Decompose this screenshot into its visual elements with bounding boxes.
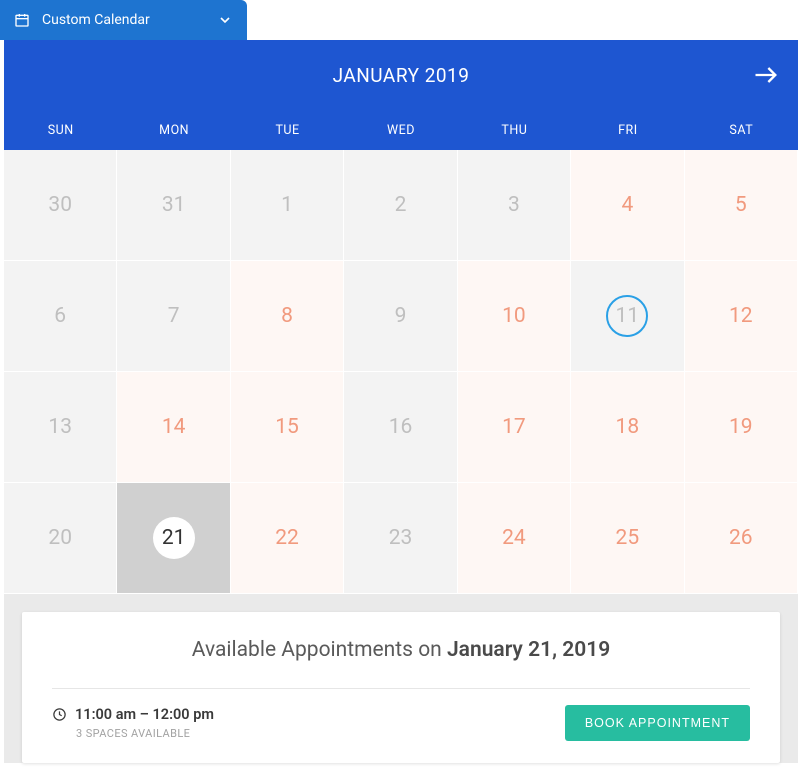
appointments-title-date: January 21, 2019 [447,638,610,662]
day-number: 12 [729,304,753,328]
day-number: 15 [275,415,299,439]
day-cell[interactable]: 26 [685,483,798,594]
weekday-header-row: SUN MON TUE WED THU FRI SAT [4,110,798,150]
day-cell[interactable]: 4 [571,150,684,261]
appointments-panel: Available Appointments on January 21, 20… [22,612,780,763]
day-number: 1 [281,193,293,217]
day-cell[interactable]: 25 [571,483,684,594]
day-number: 25 [616,526,640,550]
day-cell[interactable]: 21 [117,483,230,594]
calendar-grid: 3031123456789101112131415161718192021222… [4,150,798,594]
day-number: 19 [729,415,753,439]
day-number: 4 [621,193,633,217]
weekday-header: SAT [685,110,798,150]
day-number: 6 [54,304,66,328]
day-cell[interactable]: 22 [231,483,344,594]
day-cell[interactable]: 1 [231,150,344,261]
weekday-header: WED [344,110,457,150]
weekday-header: THU [458,110,571,150]
day-cell[interactable]: 19 [685,372,798,483]
today-ring: 11 [606,295,648,337]
weekday-header: TUE [231,110,344,150]
calendar: JANUARY 2019 SUN MON TUE WED THU FRI SAT… [4,40,798,763]
weekday-header: MON [117,110,230,150]
appointment-slot: 11:00 am – 12:00 pm 3 SPACES AVAILABLE B… [52,688,750,741]
day-cell[interactable]: 18 [571,372,684,483]
appointments-area: Available Appointments on January 21, 20… [4,594,798,763]
month-title: JANUARY 2019 [4,64,798,87]
selected-day-circle: 21 [153,517,195,559]
book-appointment-button[interactable]: BOOK APPOINTMENT [565,705,750,741]
weekday-header: SUN [4,110,117,150]
clock-icon [52,707,67,722]
calendar-icon [14,12,30,28]
day-number: 17 [502,415,526,439]
day-cell[interactable]: 17 [458,372,571,483]
day-number: 20 [48,526,72,550]
day-number: 22 [275,526,299,550]
day-cell[interactable]: 6 [4,261,117,372]
day-cell[interactable]: 12 [685,261,798,372]
day-number: 2 [395,193,407,217]
day-cell[interactable]: 2 [344,150,457,261]
next-month-button[interactable] [752,61,780,89]
day-cell[interactable]: 23 [344,483,457,594]
day-cell[interactable]: 31 [117,150,230,261]
day-number: 24 [502,526,526,550]
weekday-header: FRI [571,110,684,150]
chevron-down-icon [217,12,233,28]
day-cell[interactable]: 30 [4,150,117,261]
appointments-title-prefix: Available Appointments on [192,638,447,662]
day-number: 7 [168,304,180,328]
day-cell[interactable]: 20 [4,483,117,594]
slot-time: 11:00 am – 12:00 pm [75,706,214,723]
day-cell[interactable]: 3 [458,150,571,261]
day-number: 13 [48,415,72,439]
day-cell[interactable]: 8 [231,261,344,372]
day-number: 9 [395,304,407,328]
day-number: 31 [162,193,186,217]
day-number: 3 [508,193,520,217]
day-cell[interactable]: 24 [458,483,571,594]
day-number: 5 [735,193,747,217]
day-cell[interactable]: 14 [117,372,230,483]
day-cell[interactable]: 10 [458,261,571,372]
day-cell[interactable]: 5 [685,150,798,261]
day-cell[interactable]: 7 [117,261,230,372]
calendar-type-dropdown[interactable]: Custom Calendar [0,0,247,40]
calendar-type-label: Custom Calendar [42,12,150,28]
day-number: 30 [48,193,72,217]
day-number: 14 [162,415,186,439]
slot-spaces: 3 SPACES AVAILABLE [76,727,214,740]
day-number: 8 [281,304,293,328]
day-number: 23 [389,526,413,550]
month-header: JANUARY 2019 [4,40,798,110]
day-cell[interactable]: 15 [231,372,344,483]
day-number: 10 [502,304,526,328]
day-number: 18 [616,415,640,439]
day-cell[interactable]: 16 [344,372,457,483]
day-number: 16 [389,415,413,439]
appointments-title: Available Appointments on January 21, 20… [52,638,750,662]
day-cell[interactable]: 11 [571,261,684,372]
day-number: 26 [729,526,753,550]
day-cell[interactable]: 13 [4,372,117,483]
day-cell[interactable]: 9 [344,261,457,372]
